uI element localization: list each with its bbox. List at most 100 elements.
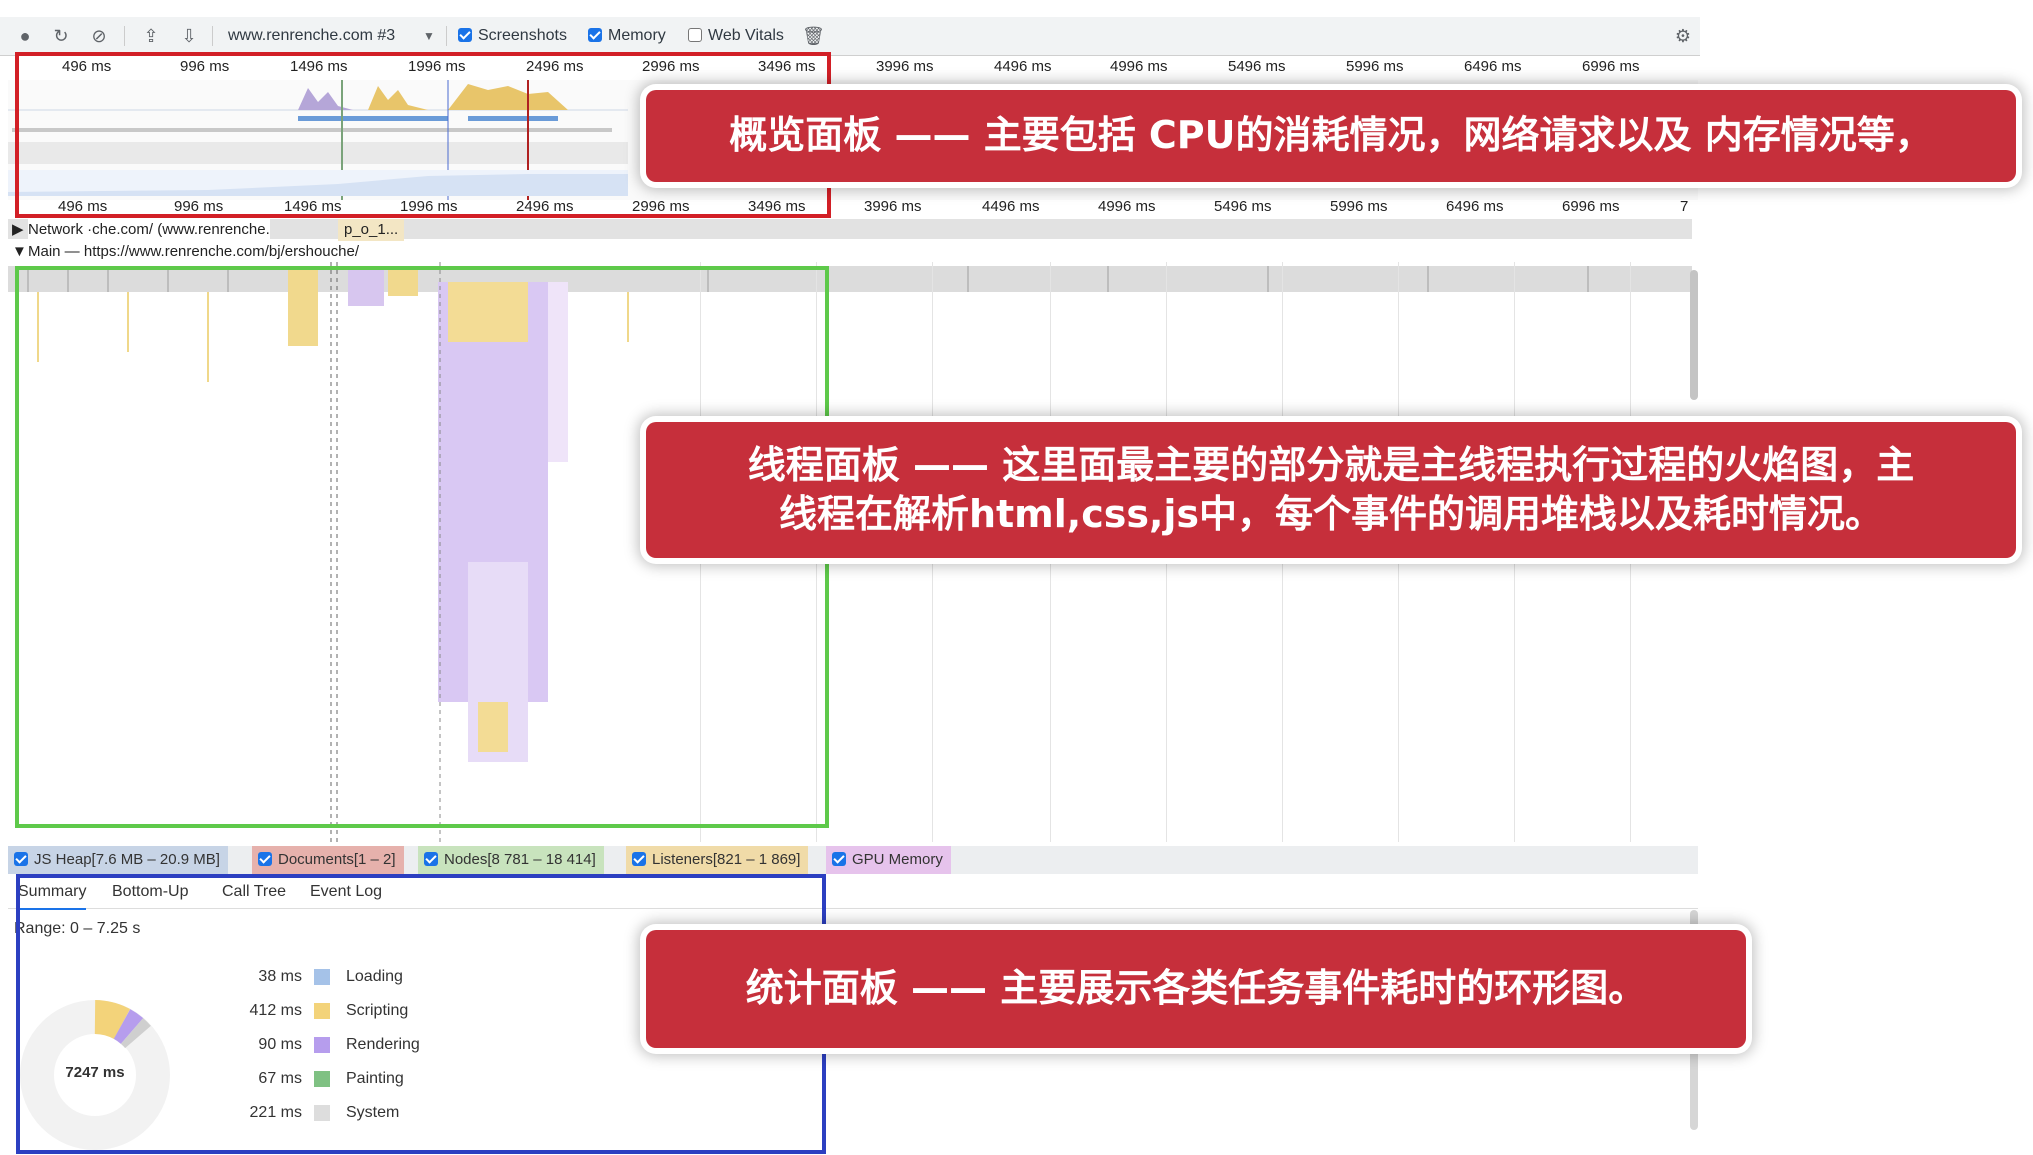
screenshot-filmstrip	[8, 142, 628, 164]
summary-donut-chart: 7247 ms	[20, 1000, 170, 1150]
checkbox-checked-icon	[832, 852, 846, 866]
ruler-tick: 4996 ms	[1110, 58, 1168, 75]
ruler-tick: 6996 ms	[1582, 58, 1640, 75]
overview-callout-text: 概览面板 —— 主要包括 CPU的消耗情况，网络请求以及 内存情况等，	[729, 113, 1933, 158]
legend-value: 221 ms	[249, 1104, 302, 1121]
stats-callout: 统计面板 —— 主要展示各类任务事件耗时的环形图。	[646, 930, 1746, 1048]
legend-label: System	[346, 1104, 400, 1121]
listeners-toggle[interactable]: Listeners[821 – 1 869]	[626, 846, 809, 874]
threads-callout-line2: 线程在解析html,css,js中，每个事件的调用堆栈以及耗时情况。	[778, 492, 1884, 536]
legend-painting: 67 ms Painting	[230, 1068, 440, 1090]
reload-icon[interactable]: ↻	[50, 25, 72, 47]
listeners-label: Listeners[821 – 1 869]	[652, 851, 801, 868]
clear-icon[interactable]: ⊘	[88, 25, 110, 47]
main-track-label: Main — https://www.renrenche.com/bj/ersh…	[28, 243, 359, 260]
ruler-tick: 1996 ms	[408, 58, 466, 75]
legend-swatch	[314, 969, 330, 985]
triangle-down-icon[interactable]: ▼	[12, 241, 27, 263]
network-request[interactable]: p_o_1...	[338, 219, 405, 241]
ruler-tick: 996 ms	[174, 198, 224, 215]
ruler-tick: 4996 ms	[1098, 198, 1156, 215]
ruler-tick: 4496 ms	[994, 58, 1052, 75]
toolbar: ● ↻ ⊘ ⇪ ⇩ www.renrenche.com #3 ▼ Screens…	[0, 17, 1700, 56]
timeline-ruler-bottom: 496 ms 996 ms 1496 ms 1996 ms 2496 ms 29…	[0, 196, 1700, 218]
legend-swatch	[314, 1071, 330, 1087]
checkbox-checked-icon	[632, 852, 646, 866]
legend-value: 412 ms	[249, 1002, 302, 1019]
ruler-tick: 996 ms	[180, 58, 230, 75]
network-track[interactable]: ▶ Network ·che.com/ (www.renrenche. p_o_…	[8, 219, 1692, 241]
record-icon[interactable]: ●	[14, 25, 36, 47]
web-vitals-checkbox[interactable]: Web Vitals	[688, 17, 784, 55]
overview-callout: 概览面板 —— 主要包括 CPU的消耗情况，网络请求以及 内存情况等，	[646, 90, 2016, 182]
legend-swatch	[314, 1003, 330, 1019]
main-track-header[interactable]: ▼ Main — https://www.renrenche.com/bj/er…	[8, 241, 1692, 263]
nodes-toggle[interactable]: Nodes[8 781 – 18 414]	[418, 846, 604, 874]
screenshots-checkbox[interactable]: Screenshots	[458, 17, 567, 55]
recording-select-value: www.renrenche.com #3	[228, 27, 396, 44]
legend-value: 38 ms	[258, 968, 302, 985]
ruler-tick: 5996 ms	[1346, 58, 1404, 75]
details-tabs: Summary Bottom-Up Call Tree Event Log	[8, 876, 1698, 910]
checkbox-checked-icon	[424, 852, 438, 866]
legend-value: 90 ms	[258, 1036, 302, 1053]
checkbox-checked-icon	[14, 852, 28, 866]
chevron-down-icon[interactable]: ▼	[418, 25, 440, 47]
ruler-tick: 3496 ms	[758, 58, 816, 75]
threads-callout-line1: 线程面板 —— 这里面最主要的部分就是主线程执行过程的火焰图，主	[747, 442, 1915, 487]
ruler-tick: 6996 ms	[1562, 198, 1620, 215]
download-icon[interactable]: ⇩	[178, 25, 200, 47]
tab-summary-label: Summary	[18, 883, 87, 900]
tab-call-tree[interactable]: Call Tree	[222, 876, 286, 908]
tab-event-log[interactable]: Event Log	[310, 876, 382, 908]
documents-label: Documents[1 – 2]	[278, 851, 396, 868]
ruler-tick: 1496 ms	[290, 58, 348, 75]
recording-select[interactable]: www.renrenche.com #3	[228, 17, 395, 55]
memory-checkbox[interactable]: Memory	[588, 17, 666, 55]
gpu-memory-label: GPU Memory	[852, 851, 943, 868]
nodes-label: Nodes[8 781 – 18 414]	[444, 851, 596, 868]
ruler-tick: 3996 ms	[876, 58, 934, 75]
ruler-tick: 3996 ms	[864, 198, 922, 215]
ruler-tick: 5496 ms	[1214, 198, 1272, 215]
ruler-tick: 7	[1680, 198, 1689, 215]
legend-loading: 38 ms Loading	[230, 966, 440, 988]
legend-scripting: 412 ms Scripting	[230, 1000, 440, 1022]
tab-bottom-up[interactable]: Bottom-Up	[112, 876, 188, 908]
ruler-tick: 3496 ms	[748, 198, 806, 215]
triangle-right-icon[interactable]: ▶	[12, 219, 24, 241]
ruler-tick: 496 ms	[62, 58, 112, 75]
checkbox-checked-icon	[258, 852, 272, 866]
tab-bottom-up-label: Bottom-Up	[112, 883, 189, 900]
gear-icon[interactable]: ⚙	[1672, 25, 1694, 47]
ruler-tick: 2496 ms	[516, 198, 574, 215]
stats-callout-text: 统计面板 —— 主要展示各类任务事件耗时的环形图。	[745, 966, 1647, 1011]
ruler-tick: 6496 ms	[1464, 58, 1522, 75]
checkbox-checked-icon	[458, 28, 472, 42]
legend-rendering: 90 ms Rendering	[230, 1034, 440, 1056]
network-track-label: Network ·che.com/ (www.renrenche.	[28, 219, 270, 241]
flame-scrollbar[interactable]	[1690, 270, 1698, 400]
documents-toggle[interactable]: Documents[1 – 2]	[252, 846, 404, 874]
tab-call-tree-label: Call Tree	[222, 883, 287, 900]
legend-label: Painting	[346, 1070, 404, 1087]
ruler-tick: 2996 ms	[642, 58, 700, 75]
tab-summary[interactable]: Summary	[18, 876, 87, 910]
checkbox-checked-icon	[588, 28, 602, 42]
tab-event-log-label: Event Log	[310, 883, 383, 900]
ruler-tick: 6496 ms	[1446, 198, 1504, 215]
js-heap-toggle[interactable]: JS Heap[7.6 MB – 20.9 MB]	[8, 846, 228, 874]
memory-counters-bar: JS Heap[7.6 MB – 20.9 MB] Documents[1 – …	[8, 846, 1698, 874]
screenshots-label: Screenshots	[478, 27, 567, 44]
upload-icon[interactable]: ⇪	[140, 25, 162, 47]
ruler-tick: 496 ms	[58, 198, 108, 215]
ruler-tick: 1996 ms	[400, 198, 458, 215]
js-heap-label: JS Heap[7.6 MB – 20.9 MB]	[34, 851, 220, 868]
trash-icon[interactable]: 🗑	[802, 25, 825, 47]
ruler-tick: 2996 ms	[632, 198, 690, 215]
memory-label: Memory	[608, 27, 666, 44]
threads-callout: 线程面板 —— 这里面最主要的部分就是主线程执行过程的火焰图，主 线程在解析ht…	[646, 422, 2016, 558]
legend-system: 221 ms System	[230, 1102, 440, 1124]
legend-label: Scripting	[346, 1002, 409, 1019]
gpu-memory-toggle[interactable]: GPU Memory	[826, 846, 951, 874]
